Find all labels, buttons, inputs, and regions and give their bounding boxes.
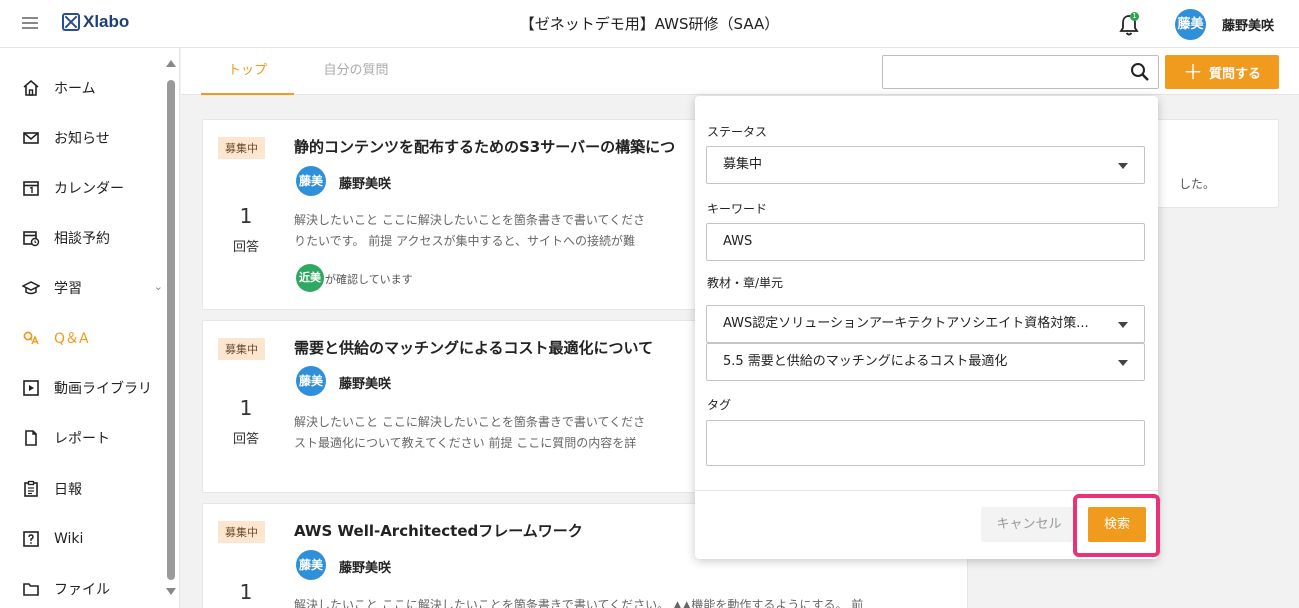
graduation-cap-icon <box>22 279 40 297</box>
highlight-box <box>1073 494 1160 557</box>
sidebar-item-label: ファイル <box>54 582 110 598</box>
sidebar-item-wiki[interactable]: Wiki <box>0 514 165 564</box>
sidebar-item-label: レポート <box>54 431 110 447</box>
clipboard-icon <box>22 480 40 498</box>
wiki-icon <box>22 530 40 548</box>
sidebar-item-learning[interactable]: 学習 ⌄ <box>0 263 165 313</box>
info-card-text: した。 <box>1179 177 1216 191</box>
ask-question-label: 質問する <box>1208 66 1261 82</box>
dropdown-caret-icon <box>1118 360 1128 366</box>
answer-count: 1 <box>239 204 253 228</box>
home-icon <box>22 79 40 97</box>
sidebar-item-label: Q＆A <box>54 331 89 347</box>
tab-bar: トップ 自分の質問 ＋ 質問する <box>181 48 1299 95</box>
sidebar-item-label: カレンダー <box>54 181 124 197</box>
answer-count: 1 <box>239 396 253 420</box>
user-avatar[interactable]: 藤美 <box>1175 9 1206 40</box>
sidebar-item-label: お知らせ <box>54 131 110 147</box>
status-badge: 募集中 <box>218 137 265 159</box>
info-card: した。 <box>1150 119 1279 208</box>
qa-icon <box>22 329 40 347</box>
sidebar: ホーム お知らせ カレンダー 相談予約 学習 ⌄ Q＆A 動画ライブラリ レポー… <box>0 48 180 608</box>
status-badge: 募集中 <box>218 521 265 543</box>
sidebar-item-notices[interactable]: お知らせ <box>0 113 165 163</box>
sidebar-item-qa[interactable]: Q＆A <box>0 313 165 363</box>
author-avatar: 藤美 <box>296 166 326 196</box>
chapter-select-value: 5.5 需要と供給のマッチングによるコスト最適化 <box>723 354 1008 369</box>
sidebar-item-daily-report[interactable]: 日報 <box>0 464 165 514</box>
ask-question-button[interactable]: ＋ 質問する <box>1165 55 1279 89</box>
search-filter-panel: ステータス 募集中 キーワード AWS 教材・章/単元 AWS認定ソリューション… <box>695 96 1160 559</box>
material-select-value: AWS認定ソリューションアーキテクトアソシエイト資格対策... <box>723 316 1089 331</box>
tab-my-questions[interactable]: 自分の質問 <box>306 48 406 95</box>
status-select[interactable]: 募集中 <box>706 146 1145 184</box>
answer-count-label: 回答 <box>232 240 259 255</box>
question-title[interactable]: 静的コンテンツを配布するためのS3サーバーの構築につ <box>294 136 675 157</box>
material-select[interactable]: AWS認定ソリューションアーキテクトアソシエイト資格対策... <box>706 305 1145 343</box>
keyword-input[interactable]: AWS <box>706 223 1145 261</box>
sidebar-item-label: 相談予約 <box>54 231 110 247</box>
question-excerpt-line1: 解決したいこと ここに解決したいことを箇条書きで書いてください。 ▲▲機能を動作… <box>294 598 864 608</box>
chevron-down-icon[interactable]: ⌄ <box>154 280 163 293</box>
author-avatar: 藤美 <box>296 366 326 396</box>
status-select-value: 募集中 <box>723 157 763 172</box>
author-avatar: 藤美 <box>296 550 326 580</box>
sidebar-scrollbar[interactable] <box>165 60 177 605</box>
scroll-down-arrow-icon[interactable] <box>166 588 176 595</box>
tag-label: タグ <box>707 398 732 412</box>
answer-count-label: 回答 <box>232 432 259 447</box>
app-header: Xlabo 【ゼネットデモ用】AWS研修（SAA） 1 藤美 藤野美咲 <box>0 0 1299 48</box>
question-title[interactable]: AWS Well-Architectedフレームワーク <box>294 520 583 541</box>
material-label: 教材・章/単元 <box>707 276 784 290</box>
sidebar-item-home[interactable]: ホーム <box>0 63 165 113</box>
folder-icon <box>22 580 40 598</box>
checker-avatar: 近美 <box>296 264 324 292</box>
calendar-icon <box>22 179 40 197</box>
sidebar-item-label: Wiki <box>54 531 84 547</box>
author-name: 藤野美咲 <box>339 561 392 576</box>
sidebar-item-calendar[interactable]: カレンダー <box>0 163 165 213</box>
page-title: 【ゼネットデモ用】AWS研修（SAA） <box>519 15 780 33</box>
sidebar-item-consultation[interactable]: 相談予約 <box>0 213 165 263</box>
calendar-clock-icon <box>22 229 40 247</box>
sidebar-item-label: 動画ライブラリ <box>54 381 152 397</box>
cancel-button[interactable]: キャンセル <box>981 507 1077 542</box>
status-badge: 募集中 <box>218 338 265 360</box>
notification-bell-icon[interactable]: 1 <box>1119 12 1139 36</box>
question-title[interactable]: 需要と供給のマッチングによるコスト最適化について <box>294 337 653 358</box>
tag-input[interactable] <box>706 420 1145 466</box>
user-name[interactable]: 藤野美咲 <box>1222 15 1274 34</box>
answer-count: 1 <box>239 580 253 604</box>
sidebar-item-label: ホーム <box>54 81 96 97</box>
mail-icon <box>22 129 40 147</box>
sidebar-item-reports[interactable]: レポート <box>0 413 165 463</box>
sidebar-item-label: 日報 <box>54 482 82 498</box>
panel-divider <box>695 490 1158 491</box>
notification-badge: 1 <box>1130 12 1139 21</box>
author-name: 藤野美咲 <box>339 177 392 192</box>
tab-top[interactable]: トップ <box>201 48 294 95</box>
plus-icon: ＋ <box>1182 60 1203 84</box>
search-icon[interactable] <box>1130 62 1150 82</box>
dropdown-caret-icon <box>1118 163 1128 169</box>
search-input[interactable] <box>882 55 1159 89</box>
dropdown-caret-icon <box>1118 322 1128 328</box>
scroll-thumb[interactable] <box>167 80 175 580</box>
sidebar-item-video-library[interactable]: 動画ライブラリ <box>0 363 165 413</box>
scroll-up-arrow-icon[interactable] <box>166 60 176 67</box>
status-label: ステータス <box>707 125 768 139</box>
document-icon <box>22 429 40 447</box>
chapter-select[interactable]: 5.5 需要と供給のマッチングによるコスト最適化 <box>706 343 1145 381</box>
sidebar-item-label: 学習 <box>54 281 82 297</box>
keyword-label: キーワード <box>707 202 768 216</box>
sidebar-item-files[interactable]: ファイル <box>0 564 165 608</box>
video-icon <box>22 379 40 397</box>
author-name: 藤野美咲 <box>339 377 392 392</box>
checker-status: が確認しています <box>325 273 413 286</box>
